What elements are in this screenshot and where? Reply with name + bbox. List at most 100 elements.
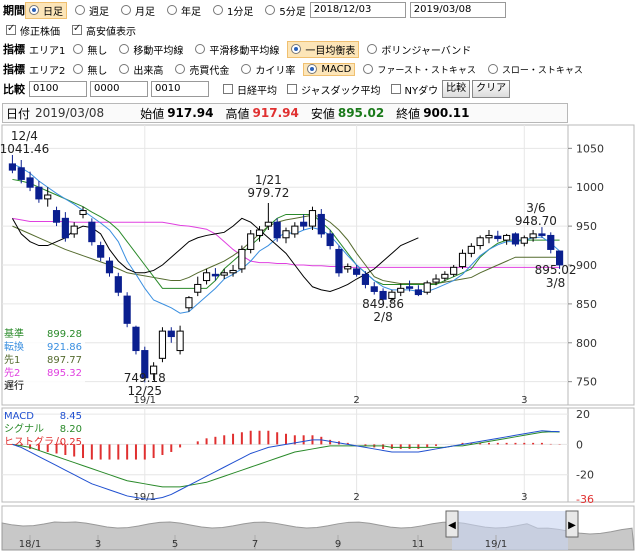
candle-body — [467, 245, 475, 254]
candle-body — [105, 260, 114, 274]
annotation-low-0208: 2/8 — [373, 310, 392, 324]
candle-body — [503, 234, 511, 241]
ind2-option-volume[interactable]: 出来高 — [119, 62, 163, 77]
candle-body — [70, 225, 78, 235]
compare-jasdaq-check[interactable]: ジャスダック平均 — [287, 82, 381, 97]
info-date-label: 日付 — [6, 106, 31, 121]
candle-body — [194, 283, 202, 293]
checkbox-icon — [390, 84, 401, 94]
ind1-option-ma[interactable]: 移動平均線 — [119, 42, 183, 57]
period-option-daily[interactable]: 日足 — [25, 1, 67, 19]
legend-value: 899.28 — [47, 329, 82, 340]
period-option-weekly[interactable]: 週足 — [75, 3, 109, 18]
compare-input-1[interactable]: 0100 — [29, 81, 87, 97]
ind2-option-slow-stoch[interactable]: スロー・ストキャス — [487, 63, 583, 76]
info-high: 917.94 — [252, 106, 299, 120]
candle-body — [88, 221, 96, 243]
candle-body — [317, 213, 325, 235]
candle-body — [97, 245, 105, 258]
candle-body — [238, 248, 246, 270]
candle-body — [458, 252, 467, 268]
price-chart[interactable]: 7508008509009501000105019/1 2 312/41041.46… — [0, 124, 636, 406]
candle-body — [264, 221, 272, 227]
info-close: 900.11 — [423, 106, 470, 120]
ind2-option-none[interactable]: 無し — [73, 62, 107, 77]
compare-input-2[interactable]: 0000 — [90, 81, 148, 97]
navigator[interactable]: ◀ ▶ 18/1 3 5 7 9 11 19/1 — [0, 505, 636, 553]
x-tick-label: 19/1 — [485, 539, 507, 550]
period-option-1min[interactable]: 1分足 — [213, 3, 253, 18]
candle-body — [300, 221, 308, 227]
candle-body — [361, 273, 370, 285]
candle-body — [476, 237, 484, 247]
date-to-input[interactable]: 2019/03/08 — [409, 2, 506, 18]
ind2-option-macd[interactable]: MACD — [303, 62, 356, 76]
info-open: 917.94 — [167, 106, 214, 120]
compare-label: 比較 — [3, 83, 25, 96]
legend-label: 遅行 — [4, 379, 24, 392]
period-option-yearly[interactable]: 年足 — [167, 3, 201, 18]
ind1-option-ichimoku[interactable]: 一目均衡表 — [287, 40, 360, 58]
y-tick-label: 850 — [576, 298, 597, 311]
info-bar: 日付 2019/03/08 始値 917.94 高値 917.94 安値 895… — [2, 103, 568, 123]
high-low-check[interactable]: 高安値表示 — [72, 23, 136, 38]
date-from-input[interactable]: 2018/12/03 — [309, 2, 406, 18]
legend-value: 8.20 — [60, 424, 82, 435]
ind2-option-fast-stoch[interactable]: ファースト・ストキャス — [363, 63, 476, 76]
legend-value: 897.77 — [47, 355, 82, 366]
candle-body — [79, 210, 87, 215]
ind2-option-deviation[interactable]: カイリ率 — [241, 62, 295, 77]
period-label: 期間 — [3, 4, 25, 17]
y-axis-panel — [567, 407, 635, 503]
radio-icon — [119, 64, 130, 74]
clear-button[interactable]: クリア — [472, 80, 511, 98]
legend-value: 0.25 — [60, 437, 82, 448]
compare-input-3[interactable]: 0010 — [151, 81, 209, 97]
period-option-monthly[interactable]: 月足 — [121, 3, 155, 18]
candle-body — [211, 273, 219, 277]
compare-button[interactable]: 比較 — [442, 80, 471, 98]
compare-nydow-check[interactable]: NYダウ — [390, 82, 438, 97]
annotation-high-0306: 948.70 — [515, 214, 557, 228]
chevron-left-icon: ◀ — [448, 520, 456, 531]
ind2-option-turnover[interactable]: 売買代金 — [175, 62, 229, 77]
compare-nikkei-check[interactable]: 日経平均 — [223, 82, 277, 97]
indicator2-label: 指標 — [3, 63, 25, 76]
candle-body — [8, 163, 17, 171]
adjusted-price-check[interactable]: 修正株価 — [6, 23, 60, 38]
radio-icon — [265, 5, 276, 15]
candle-body — [547, 234, 555, 250]
x-tick-label: 5 — [172, 539, 178, 550]
radio-icon — [363, 64, 374, 74]
legend-value: 921.86 — [47, 342, 82, 353]
y-extreme-label: -36 — [576, 493, 594, 503]
ind1-option-none[interactable]: 無し — [73, 42, 107, 57]
area1-label: エリア1 — [29, 45, 66, 57]
macd-chart[interactable]: 200-20-3619/1 2 3MACD 8.45シグナル 8.20ヒストグラム0.2… — [0, 407, 636, 503]
legend-label: ヒストグラム — [4, 435, 64, 448]
period-option-5min[interactable]: 5分足 — [265, 3, 306, 18]
ind1-option-bollinger[interactable]: ボリンジャーバンド — [367, 42, 471, 57]
ind1-option-sma[interactable]: 平滑移動平均線 — [195, 42, 279, 57]
legend-value: 895.32 — [47, 368, 82, 379]
legend-label: 基準 — [4, 327, 24, 340]
checkbox-icon — [223, 84, 233, 94]
candle-body — [247, 233, 255, 250]
legend-label: シグナル — [4, 422, 44, 435]
annotation-high-0121: 979.72 — [247, 186, 289, 200]
y-tick-label: 1000 — [576, 181, 604, 194]
annotation-low-0308: 895.02 — [535, 263, 577, 277]
candle-body — [132, 326, 140, 352]
candle-body — [291, 225, 299, 235]
x-tick-label: 18/1 — [19, 539, 41, 550]
y-tick-label: 750 — [576, 376, 597, 389]
legend-label: 先1 — [4, 354, 20, 366]
x-tick-label: 2 — [353, 492, 359, 503]
radio-icon — [487, 64, 498, 74]
candle-body — [397, 287, 405, 293]
candle-body — [485, 234, 493, 239]
candle-body — [511, 233, 520, 245]
candle-body — [44, 194, 52, 200]
candle-body — [176, 330, 184, 352]
candle-body — [61, 217, 69, 239]
